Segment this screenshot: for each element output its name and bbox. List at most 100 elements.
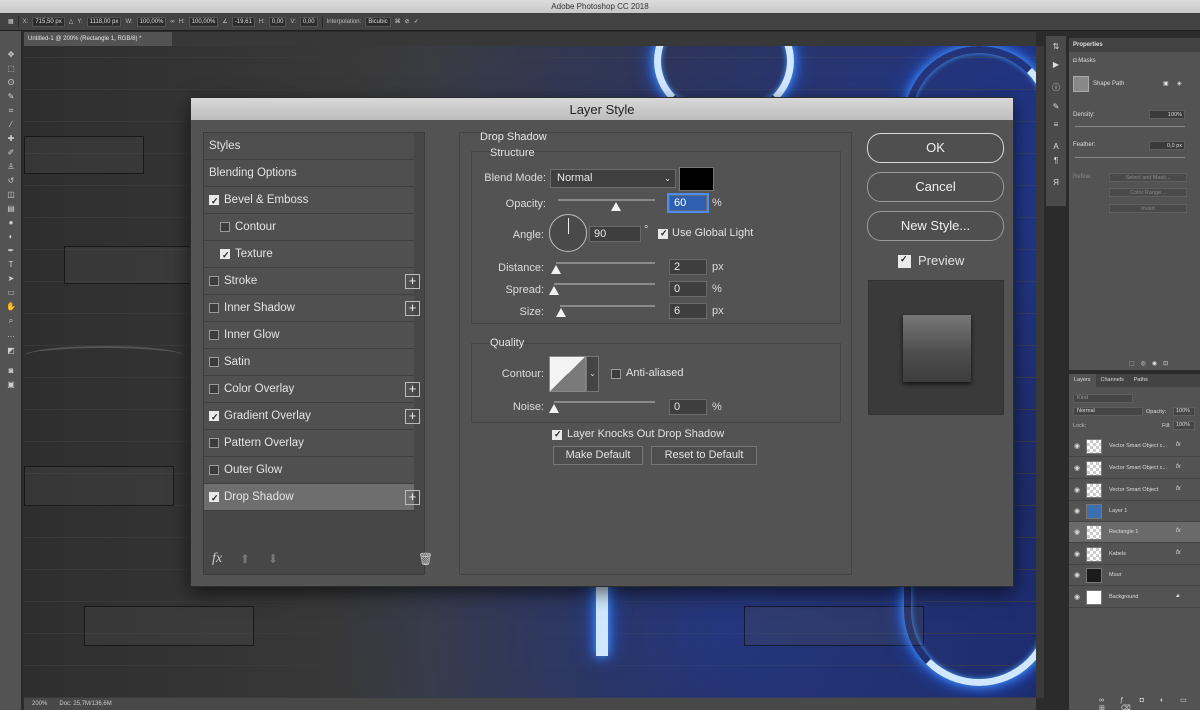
stamp-tool-icon[interactable]: ♙ — [5, 161, 17, 172]
make-default-button[interactable]: Make Default — [553, 446, 643, 465]
x-field[interactable]: 715,50 px — [32, 16, 65, 27]
noise-field[interactable]: 0 — [669, 399, 707, 415]
fx-menu-icon[interactable]: fx — [212, 551, 222, 567]
rectangle-tool-icon[interactable]: ▭ — [5, 287, 17, 298]
glyphs-icon[interactable]: Я — [1050, 178, 1062, 190]
quick-mask-icon[interactable]: ◙ — [5, 365, 17, 376]
dodge-tool-icon[interactable]: ◐ — [5, 231, 17, 242]
move-tool-icon[interactable]: ✥ — [5, 49, 17, 60]
angle-field[interactable]: -19,61 — [231, 16, 255, 27]
info-icon[interactable]: ⓘ — [1050, 82, 1062, 94]
checkbox[interactable] — [209, 384, 219, 394]
trash-icon[interactable]: 🗑︎ — [418, 552, 433, 566]
feather-field[interactable]: 0,0 px — [1149, 141, 1185, 150]
fx-icon[interactable]: fx — [1176, 528, 1181, 534]
checkbox[interactable] — [209, 303, 219, 313]
preview-checkbox[interactable] — [898, 254, 911, 268]
healing-tool-icon[interactable]: ✚ — [5, 133, 17, 144]
size-slider[interactable] — [560, 305, 655, 307]
layer-row[interactable]: ◉ Layer 1 — [1069, 501, 1200, 522]
link-icon[interactable]: ∞ — [170, 19, 174, 25]
angle-dial[interactable] — [549, 214, 587, 252]
checkbox[interactable] — [209, 357, 219, 367]
angle-field[interactable]: 90 — [589, 226, 641, 242]
pen-tool-icon[interactable]: ✒ — [5, 245, 17, 256]
add-effect-icon[interactable]: + — [405, 274, 420, 289]
distance-field[interactable]: 2 — [669, 259, 707, 275]
layer-row[interactable]: ◉ Background 🔒︎ — [1069, 587, 1200, 608]
zoom-level[interactable]: 200% — [32, 698, 47, 710]
crop-tool-icon[interactable]: ⌗ — [5, 105, 17, 116]
eye-icon[interactable]: ◉ — [1074, 442, 1080, 450]
size-slider-handle[interactable] — [556, 308, 566, 317]
fx-icon[interactable]: fx — [1176, 550, 1181, 556]
anti-aliased-checkbox[interactable] — [611, 369, 621, 379]
checkbox[interactable] — [209, 404, 219, 430]
checkbox[interactable] — [209, 188, 219, 214]
paragraph-icon[interactable]: ¶ — [1050, 156, 1062, 168]
fx-icon[interactable]: fx — [1176, 486, 1181, 492]
cancel-transform-icon[interactable]: ⊘ — [405, 18, 410, 25]
knockout-checkbox[interactable] — [552, 429, 562, 440]
checkbox[interactable] — [209, 330, 219, 340]
style-inner-glow[interactable]: Inner Glow — [204, 322, 414, 349]
style-color-overlay[interactable]: Color Overlay + — [204, 376, 420, 403]
eraser-tool-icon[interactable]: ◫ — [5, 189, 17, 200]
fx-icon[interactable]: fx — [1176, 442, 1181, 448]
spread-field[interactable]: 0 — [669, 281, 707, 297]
checkbox[interactable] — [209, 438, 219, 448]
hskew-field[interactable]: 0,00 — [268, 16, 287, 27]
style-stroke[interactable]: Stroke + — [204, 268, 420, 295]
properties-tab[interactable]: Properties — [1069, 38, 1200, 52]
type-tool-icon[interactable]: T — [5, 259, 17, 270]
noise-slider[interactable] — [554, 401, 655, 403]
blending-options-item[interactable]: Blending Options — [204, 160, 414, 187]
layer-row[interactable]: ◉ Kabels fx — [1069, 544, 1200, 565]
layer-row[interactable]: ◉ Muur — [1069, 565, 1200, 586]
style-bevel-emboss[interactable]: Bevel & Emboss — [204, 187, 414, 214]
layer-row[interactable]: ◉ Vector Smart Object c... fx — [1069, 458, 1200, 479]
opacity-slider[interactable] — [558, 199, 655, 201]
canvas-scrollbar[interactable] — [1036, 46, 1044, 698]
ok-button[interactable]: OK — [867, 133, 1004, 163]
quick-select-tool-icon[interactable]: ✎ — [5, 91, 17, 102]
document-tab[interactable]: Untitled-1 @ 200% (Rectangle 1, RGB/8) * — [24, 32, 172, 46]
add-pixel-mask-icon[interactable]: ▣ — [1163, 80, 1169, 87]
lasso-tool-icon[interactable]: ʘ — [5, 77, 17, 88]
eyedropper-tool-icon[interactable]: ⁄ — [5, 119, 17, 130]
y-field[interactable]: 1118,00 px — [86, 16, 122, 27]
style-texture[interactable]: Texture — [204, 241, 414, 268]
play-icon[interactable]: ▶ — [1050, 60, 1062, 72]
eye-icon[interactable]: ◉ — [1074, 486, 1080, 494]
noise-slider-handle[interactable] — [549, 404, 559, 413]
w-field[interactable]: 100,00% — [136, 16, 167, 27]
opacity-field[interactable]: 60 — [667, 193, 709, 213]
style-pattern-overlay[interactable]: Pattern Overlay — [204, 430, 414, 457]
warp-icon[interactable]: ⌘ — [395, 18, 401, 25]
brush-tool-icon[interactable]: ✐ — [5, 147, 17, 158]
style-outer-glow[interactable]: Outer Glow — [204, 457, 414, 484]
hand-tool-icon[interactable]: ✋ — [5, 301, 17, 312]
chevron-down-icon[interactable]: ⌄ — [586, 356, 599, 392]
eye-icon[interactable]: ◉ — [1074, 528, 1080, 536]
style-inner-shadow[interactable]: Inner Shadow + — [204, 295, 420, 322]
blur-tool-icon[interactable]: ● — [5, 217, 17, 228]
interpolation-select[interactable]: Bicubic — [365, 16, 391, 27]
layer-actions-icons[interactable]: ∞ ƒ ◘ ◐ ▭ ⊞ ⌫ — [1099, 696, 1200, 710]
add-vector-mask-icon[interactable]: ◈ — [1177, 80, 1182, 87]
distance-slider-handle[interactable] — [551, 265, 561, 274]
tab-paths[interactable]: Paths — [1129, 374, 1153, 387]
select-and-mask-button[interactable]: Select and Mask... — [1109, 173, 1187, 182]
new-style-button[interactable]: New Style... — [867, 211, 1004, 241]
screen-mode-icon[interactable]: ▣ — [5, 379, 17, 390]
fx-icon[interactable]: fx — [1176, 464, 1181, 470]
reference-point-icon[interactable]: ▦ — [8, 18, 14, 25]
add-effect-icon[interactable]: + — [405, 409, 420, 424]
zoom-tool-icon[interactable]: ⌕ — [5, 315, 17, 326]
eye-icon[interactable]: ◉ — [1074, 464, 1080, 472]
checkbox[interactable] — [209, 465, 219, 475]
character-icon[interactable]: A — [1050, 142, 1062, 154]
eye-icon[interactable]: ◉ — [1074, 507, 1080, 515]
feather-slider[interactable] — [1075, 157, 1185, 158]
use-global-light-checkbox[interactable] — [658, 228, 668, 239]
